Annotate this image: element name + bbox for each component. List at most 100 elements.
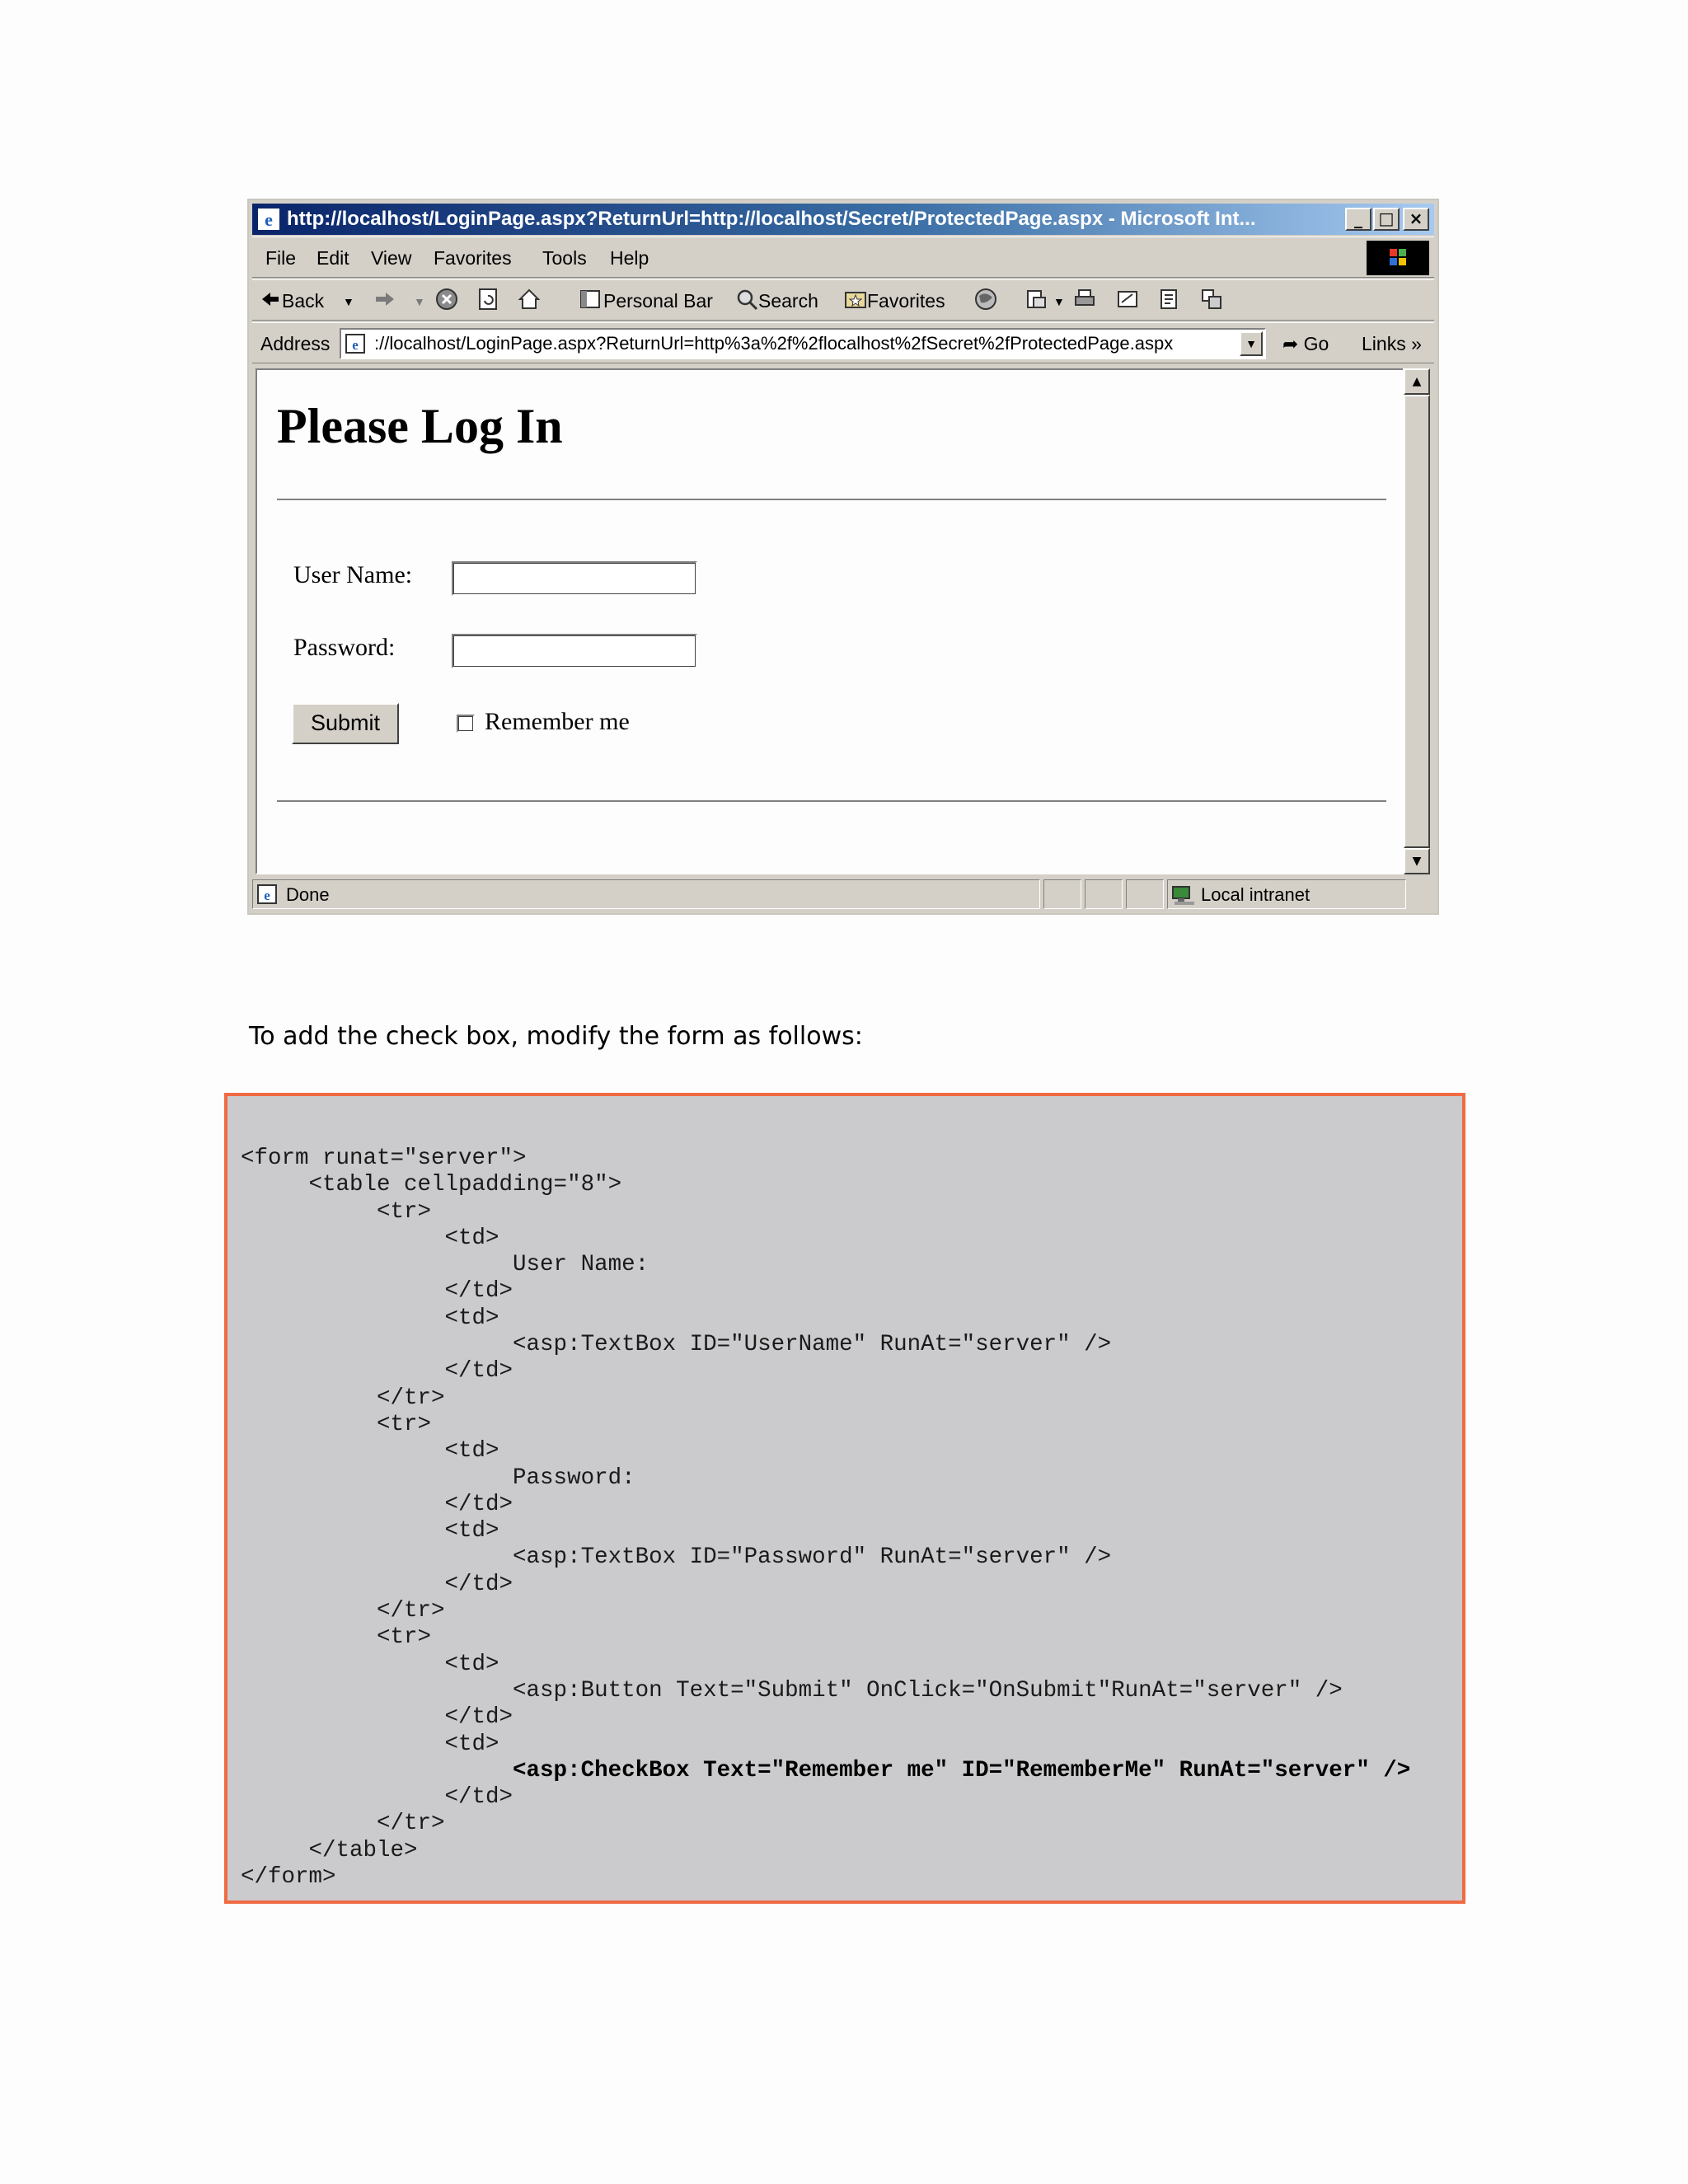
mail-icon[interactable]: [1025, 288, 1048, 311]
windows-logo-icon: [1367, 241, 1429, 275]
status-text-panel: e Done: [252, 879, 1040, 909]
vertical-scrollbar[interactable]: ▲ ▼: [1403, 368, 1430, 874]
close-button[interactable]: ×: [1403, 208, 1429, 231]
go-button[interactable]: ➦ Go: [1282, 333, 1329, 355]
scroll-thumb[interactable]: [1404, 395, 1430, 848]
menu-favorites[interactable]: Favorites: [434, 247, 512, 269]
stop-icon[interactable]: [435, 288, 458, 311]
status-text: Done: [286, 884, 330, 905]
discuss-icon[interactable]: [1157, 288, 1180, 311]
code-line: <td>: [241, 1438, 499, 1465]
browser-window: e http://localhost/LoginPage.aspx?Return…: [247, 199, 1439, 915]
links-button[interactable]: Links »: [1362, 333, 1422, 355]
print-icon[interactable]: [1073, 288, 1096, 311]
code-line: <tr>: [241, 1624, 432, 1651]
edit-icon[interactable]: [1116, 288, 1139, 311]
svg-text:e: e: [352, 337, 359, 353]
standard-toolbar: Back ▼ ▼ Personal Bar Search Favorites ▼: [252, 279, 1434, 321]
username-label: User Name:: [293, 561, 413, 588]
personal-bar-icon[interactable]: [579, 288, 602, 311]
page-title: Please Log In: [277, 399, 563, 453]
back-arrow-icon[interactable]: [260, 288, 280, 311]
code-line: </td>: [241, 1704, 513, 1731]
code-line: </form>: [241, 1864, 336, 1891]
menu-edit[interactable]: Edit: [316, 247, 349, 269]
code-listing: <form runat="server"> <table cellpadding…: [224, 1093, 1465, 1904]
maximize-button[interactable]: □: [1373, 208, 1400, 231]
search-icon[interactable]: [735, 288, 758, 311]
code-line: Password:: [241, 1465, 635, 1491]
favorites-button[interactable]: Favorites: [867, 290, 945, 312]
password-input[interactable]: [452, 634, 697, 668]
go-arrow-icon: ➦: [1282, 333, 1299, 354]
address-bar: Address e ://localhost/LoginPage.aspx?Re…: [252, 322, 1434, 363]
instruction-text: To add the check box, modify the form as…: [249, 1022, 863, 1051]
menu-help[interactable]: Help: [610, 247, 649, 269]
history-icon[interactable]: [974, 288, 997, 311]
refresh-icon[interactable]: [476, 288, 499, 311]
forward-dropdown-icon[interactable]: ▼: [414, 295, 425, 308]
minimize-button[interactable]: _: [1345, 208, 1372, 231]
status-panel: [1085, 879, 1123, 909]
code-line: <td>: [241, 1305, 499, 1331]
back-button[interactable]: Back: [282, 290, 324, 312]
address-label: Address: [260, 333, 331, 354]
security-zone-panel: Local intranet: [1167, 879, 1406, 909]
code-line: </td>: [241, 1491, 513, 1517]
status-panel: [1126, 879, 1164, 909]
divider: [277, 499, 1386, 501]
status-panel: [1043, 879, 1081, 909]
divider: [277, 800, 1386, 803]
page-viewport: Please Log In User Name: Password: Submi…: [256, 368, 1416, 874]
code-line: <form runat="server">: [241, 1146, 527, 1171]
page-done-icon: e: [257, 884, 277, 904]
code-line: </tr>: [241, 1385, 445, 1411]
remember-me-label[interactable]: Remember me: [485, 708, 630, 736]
code-line: <asp:Button Text="Submit" OnClick="OnSub…: [241, 1677, 1343, 1704]
code-line: </tr>: [241, 1598, 445, 1624]
personal-bar-button[interactable]: Personal Bar: [603, 290, 713, 312]
menu-file[interactable]: File: [265, 247, 296, 269]
submit-button[interactable]: Submit: [292, 703, 399, 744]
favorites-icon[interactable]: [844, 288, 867, 311]
local-intranet-icon: [1172, 886, 1194, 905]
code-line: </td>: [241, 1278, 513, 1305]
menu-bar: File Edit View Favorites Tools Help: [252, 237, 1434, 278]
address-dropdown-icon[interactable]: ▼: [1240, 331, 1263, 356]
go-label: Go: [1303, 333, 1329, 354]
code-line: </tr>: [241, 1811, 445, 1837]
ie-logo-icon: e: [258, 209, 279, 230]
back-dropdown-icon[interactable]: ▼: [343, 295, 354, 308]
code-line: User Name:: [241, 1252, 649, 1278]
password-label: Password:: [293, 634, 396, 661]
code-line: <tr>: [241, 1198, 432, 1225]
home-icon[interactable]: [518, 288, 541, 311]
code-line: <asp:TextBox ID="UserName" RunAt="server…: [241, 1332, 1112, 1358]
title-bar: e http://localhost/LoginPage.aspx?Return…: [252, 204, 1434, 235]
code-line: <asp:TextBox ID="Password" RunAt="server…: [241, 1544, 1112, 1571]
address-field[interactable]: e ://localhost/LoginPage.aspx?ReturnUrl=…: [340, 328, 1266, 359]
username-input[interactable]: [452, 561, 697, 596]
mail-dropdown-icon[interactable]: ▼: [1053, 295, 1065, 308]
svg-text:e: e: [265, 209, 273, 230]
code-line: <td>: [241, 1225, 499, 1251]
menu-tools[interactable]: Tools: [542, 247, 587, 269]
page-icon: e: [345, 334, 365, 354]
code-line: </td>: [241, 1571, 513, 1597]
code-line: </table>: [241, 1837, 418, 1863]
code-line: </td>: [241, 1784, 513, 1811]
scroll-up-icon[interactable]: ▲: [1404, 368, 1430, 395]
code-line: <td>: [241, 1518, 499, 1544]
code-line: <tr>: [241, 1411, 432, 1437]
scroll-down-icon[interactable]: ▼: [1404, 848, 1430, 874]
address-url[interactable]: ://localhost/LoginPage.aspx?ReturnUrl=ht…: [374, 330, 1173, 358]
code-line: <td>: [241, 1651, 499, 1677]
messenger-icon[interactable]: [1200, 288, 1223, 311]
menu-view[interactable]: View: [371, 247, 411, 269]
forward-arrow-icon[interactable]: [373, 288, 396, 311]
remember-me-checkbox[interactable]: [457, 715, 475, 733]
window-title: http://localhost/LoginPage.aspx?ReturnUr…: [287, 208, 1256, 230]
code-line: </td>: [241, 1358, 513, 1385]
search-button[interactable]: Search: [758, 290, 818, 312]
code-line: <td>: [241, 1731, 499, 1757]
